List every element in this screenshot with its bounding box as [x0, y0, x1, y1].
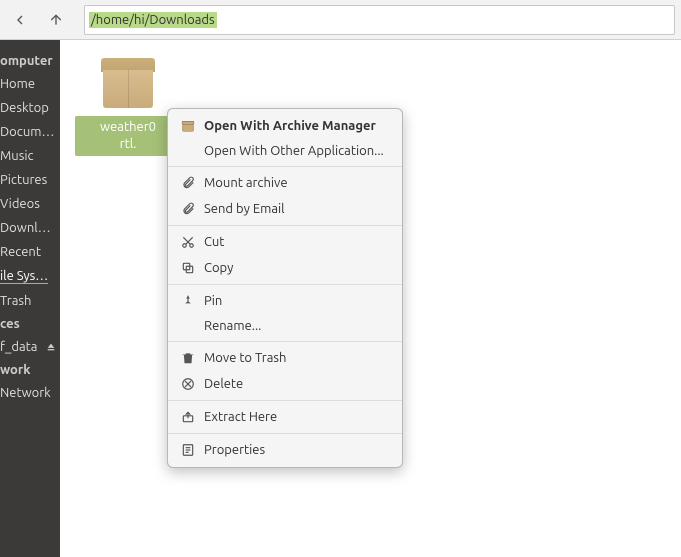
menu-separator: [168, 225, 402, 226]
path-bar[interactable]: /home/hi/Downloads: [84, 5, 675, 35]
menu-properties[interactable]: Properties: [168, 437, 402, 463]
sidebar-section-computer: omputer: [0, 50, 60, 72]
menu-delete[interactable]: Delete: [168, 371, 402, 397]
sidebar-item-documents[interactable]: Docum…: [0, 120, 60, 144]
sidebar-item-desktop[interactable]: Desktop: [0, 96, 60, 120]
menu-label: Pin: [204, 294, 222, 308]
file-label: weather0 rtl.: [75, 116, 181, 156]
toolbar: /home/hi/Downloads: [0, 0, 681, 40]
menu-separator: [168, 341, 402, 342]
up-button[interactable]: [42, 6, 70, 34]
sidebar-item-fdata[interactable]: f_data: [0, 335, 60, 359]
menu-email[interactable]: Send by Email: [168, 196, 402, 222]
attach-icon: [180, 201, 196, 217]
menu-label: Send by Email: [204, 202, 285, 216]
menu-label: Move to Trash: [204, 351, 286, 365]
menu-extract[interactable]: Extract Here: [168, 404, 402, 430]
sidebar-item-network[interactable]: Network: [0, 381, 60, 405]
back-button[interactable]: [6, 6, 34, 34]
chevron-left-icon: [12, 12, 28, 28]
menu-pin[interactable]: Pin: [168, 288, 402, 314]
sidebar-item-recent[interactable]: Recent: [0, 240, 60, 264]
sidebar-item-home[interactable]: Home: [0, 72, 60, 96]
menu-open-other[interactable]: Open With Other Application...: [168, 139, 402, 163]
file-item[interactable]: weather0 rtl.: [78, 58, 178, 156]
sidebar-item-pictures[interactable]: Pictures: [0, 168, 60, 192]
sidebar-item-trash[interactable]: Trash: [0, 289, 60, 313]
sidebar-item-videos[interactable]: Videos: [0, 192, 60, 216]
sidebar-item-downloads[interactable]: Downl…: [0, 216, 60, 240]
trash-icon: [180, 350, 196, 366]
menu-separator: [168, 166, 402, 167]
menu-separator: [168, 433, 402, 434]
menu-label: Rename...: [204, 319, 261, 333]
pin-icon: [180, 293, 196, 309]
eject-icon[interactable]: [46, 342, 56, 352]
menu-label: Extract Here: [204, 410, 277, 424]
cut-icon: [180, 234, 196, 250]
menu-label: Delete: [204, 377, 243, 391]
menu-label: Open With Archive Manager: [204, 119, 376, 133]
menu-label: Copy: [204, 261, 233, 275]
sidebar-item-filesystem[interactable]: ile Sys…: [0, 264, 60, 289]
menu-cut[interactable]: Cut: [168, 229, 402, 255]
properties-icon: [180, 442, 196, 458]
copy-icon: [180, 260, 196, 276]
menu-mount[interactable]: Mount archive: [168, 170, 402, 196]
attach-icon: [180, 175, 196, 191]
menu-rename[interactable]: Rename...: [168, 314, 402, 338]
context-menu: Open With Archive Manager Open With Othe…: [167, 108, 403, 468]
sidebar-section-devices: ces: [0, 313, 60, 335]
delete-icon: [180, 376, 196, 392]
menu-separator: [168, 284, 402, 285]
sidebar-item-music[interactable]: Music: [0, 144, 60, 168]
menu-label: Mount archive: [204, 176, 288, 190]
archive-manager-icon: [180, 118, 196, 134]
menu-label: Open With Other Application...: [204, 144, 384, 158]
extract-icon: [180, 409, 196, 425]
menu-trash[interactable]: Move to Trash: [168, 345, 402, 371]
menu-separator: [168, 400, 402, 401]
menu-copy[interactable]: Copy: [168, 255, 402, 281]
path-text: /home/hi/Downloads: [89, 12, 217, 28]
sidebar: omputer Home Desktop Docum… Music Pictur…: [0, 40, 60, 557]
archive-icon: [101, 58, 155, 108]
arrow-up-icon: [48, 12, 64, 28]
menu-open-archive[interactable]: Open With Archive Manager: [168, 113, 402, 139]
menu-label: Cut: [204, 235, 224, 249]
menu-label: Properties: [204, 443, 265, 457]
sidebar-section-network: work: [0, 359, 60, 381]
